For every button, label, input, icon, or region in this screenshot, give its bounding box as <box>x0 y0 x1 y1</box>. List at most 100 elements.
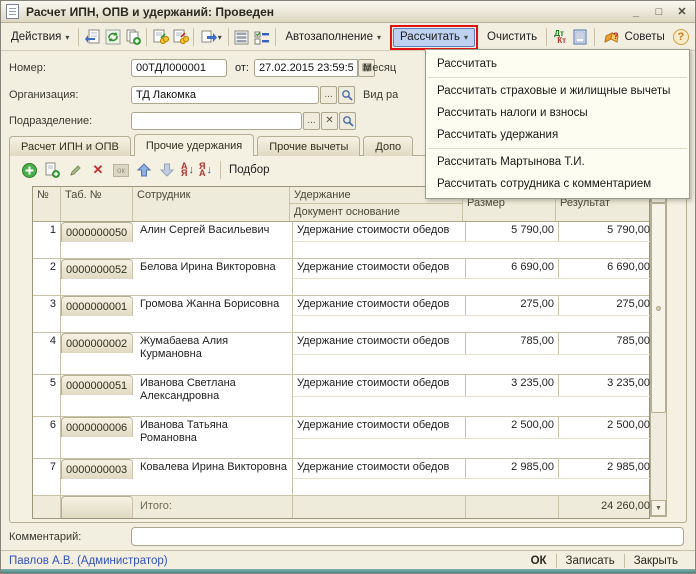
ellipsis-icon[interactable]: ... <box>320 86 337 104</box>
table-row[interactable]: 5 0000000051 Иванова Светлана Александро… <box>33 375 649 417</box>
clear-button[interactable]: Очистить <box>481 27 543 48</box>
delete-row-icon[interactable]: ✕ <box>89 161 107 179</box>
menu-item-calculate[interactable]: Рассчитать <box>426 53 689 75</box>
copy-document-icon[interactable] <box>123 27 143 48</box>
edit-row-icon[interactable] <box>66 161 84 179</box>
status-bar: Павлов А.В. (Администратор) ОК Записать … <box>1 550 695 571</box>
tab-prochie-vychety[interactable]: Прочие вычеты <box>257 136 360 156</box>
title-bar: Расчет ИПН, ОПВ и удержаний: Проведен _ … <box>1 1 695 23</box>
list-toolbar: ✕ ок АЯ ↓ ЯА ↓ Подбор <box>20 159 270 181</box>
header-tab-number[interactable]: Таб. № <box>61 187 133 221</box>
advice-book-icon: ? <box>604 30 621 45</box>
department-input[interactable] <box>131 112 302 130</box>
calculate-button[interactable]: Рассчитать ▾ <box>393 28 475 47</box>
current-user: Павлов А.В. (Администратор) <box>9 555 168 567</box>
window-bottom-edge <box>1 569 695 573</box>
end-edit-icon[interactable]: ок <box>112 161 130 179</box>
structure-rows-icon[interactable] <box>232 27 252 48</box>
sort-ascending-icon[interactable]: АЯ ↓ <box>181 163 194 177</box>
minimize-icon[interactable]: _ <box>628 4 644 19</box>
save-button[interactable]: Записать <box>557 555 624 567</box>
comment-input[interactable] <box>131 527 684 546</box>
add-row-icon[interactable] <box>20 161 38 179</box>
copy-row-icon[interactable] <box>43 161 61 179</box>
header-doc-base: Документ основание <box>290 204 462 221</box>
table-row[interactable]: 6 0000000006 Иванова Татьяна Романовна У… <box>33 417 649 459</box>
document-window: Расчет ИПН, ОПВ и удержаний: Проведен _ … <box>0 0 696 574</box>
advice-button[interactable]: ? Советы <box>598 27 671 48</box>
maximize-icon[interactable]: □ <box>651 4 667 19</box>
tab-raschet-ipn-opv[interactable]: Расчет ИПН и ОПВ <box>9 136 131 156</box>
table-row[interactable]: 3 0000000001 Громова Жанна Борисовна Уде… <box>33 296 649 333</box>
close-icon[interactable]: ✕ <box>674 4 690 19</box>
number-label: Номер: <box>9 62 131 74</box>
window-title: Расчет ИПН, ОПВ и удержаний: Проведен <box>26 5 274 19</box>
header-employee[interactable]: Сотрудник <box>133 187 290 221</box>
ok-button[interactable]: ОК <box>522 555 556 567</box>
table-row[interactable]: 1 0000000050 Алин Сергей Васильевич Удер… <box>33 222 649 259</box>
total-row: Итого: 24 260,00 <box>33 496 649 518</box>
menu-item-calc-deductions[interactable]: Рассчитать удержания <box>426 124 689 146</box>
chevron-down-icon: ▾ <box>464 33 468 42</box>
date-input[interactable] <box>254 59 358 77</box>
total-value: 24 260,00 <box>559 496 654 518</box>
clear-field-icon[interactable]: ✕ <box>321 112 338 130</box>
tab-bar: Расчет ИПН и ОПВ Прочие удержания Прочие… <box>9 134 416 156</box>
chevron-down-icon: ▾ <box>65 33 69 42</box>
department-row: Подразделение: ... ✕ <box>9 111 356 130</box>
post-document-icon[interactable] <box>150 27 170 48</box>
table-row[interactable]: 7 0000000003 Ковалева Ирина Викторовна У… <box>33 459 649 496</box>
organization-input[interactable] <box>131 86 319 104</box>
sort-descending-icon[interactable]: ЯА ↓ <box>199 163 212 177</box>
scrollbar-thumb[interactable] <box>651 203 666 413</box>
list-settings-icon[interactable] <box>252 27 272 48</box>
number-row: Номер: от: ▦ <box>9 58 375 77</box>
menu-item-calc-insurance-housing[interactable]: Рассчитать страховые и жилищные вычеты <box>426 80 689 102</box>
vertical-scrollbar[interactable]: ▲ ▼ <box>650 186 667 517</box>
calc-kind-label: Вид ра <box>363 89 398 101</box>
red-highlight-annotation: Рассчитать ▾ <box>390 25 478 50</box>
deductions-table: № Таб. № Сотрудник Удержание Документ ос… <box>32 186 650 519</box>
menu-separator <box>428 77 687 78</box>
tab-prochie-uderzhaniya[interactable]: Прочие удержания <box>134 134 254 156</box>
scroll-down-icon[interactable]: ▼ <box>651 500 666 516</box>
dt-kt-icon[interactable]: ДтКт <box>550 27 570 48</box>
goto-icon[interactable]: ▾ <box>197 27 225 48</box>
magnifier-icon[interactable] <box>339 112 356 130</box>
menu-item-calc-employee-comment[interactable]: Рассчитать сотрудника с комментарием <box>426 173 689 195</box>
save-document-icon[interactable] <box>82 27 102 48</box>
close-button[interactable]: Закрыть <box>625 555 687 567</box>
refresh-icon[interactable] <box>103 27 123 48</box>
total-label: Итого: <box>136 496 293 518</box>
chevron-down-icon: ▾ <box>377 33 381 42</box>
document-icon <box>6 4 19 19</box>
department-label: Подразделение: <box>9 115 131 127</box>
menu-item-calc-martynova[interactable]: Рассчитать Мартынова Т.И. <box>426 151 689 173</box>
calculate-dropdown-menu: Рассчитать Рассчитать страховые и жилищн… <box>425 49 690 199</box>
ellipsis-icon[interactable]: ... <box>303 112 320 130</box>
header-num[interactable]: № <box>33 187 61 221</box>
date-label: от: <box>235 62 249 74</box>
comment-label: Комментарий: <box>9 531 81 543</box>
organization-row: Организация: ... <box>9 85 355 104</box>
chevron-down-icon: ▾ <box>218 33 222 42</box>
svg-text:?: ? <box>613 31 619 41</box>
menu-item-calc-taxes[interactable]: Рассчитать налоги и взносы <box>426 102 689 124</box>
move-up-icon[interactable] <box>135 161 153 179</box>
number-input[interactable] <box>131 59 227 77</box>
table-row[interactable]: 2 0000000052 Белова Ирина Викторовна Уде… <box>33 259 649 296</box>
unpost-document-icon[interactable] <box>170 27 190 48</box>
actions-button[interactable]: Действия ▾ <box>5 27 75 48</box>
move-down-icon[interactable] <box>158 161 176 179</box>
month-label: Месяц <box>363 62 396 74</box>
menu-separator <box>428 148 687 149</box>
autofill-button[interactable]: Автозаполнение ▾ <box>279 27 387 48</box>
report-icon[interactable] <box>570 27 590 48</box>
magnifier-icon[interactable] <box>338 86 355 104</box>
tab-dopolnitelno[interactable]: Допо <box>363 136 413 156</box>
table-row[interactable]: 4 0000000002 Жумабаева Алия Курмановна У… <box>33 333 649 375</box>
organization-label: Организация: <box>9 89 131 101</box>
pick-button[interactable]: Подбор <box>229 164 270 176</box>
tab-panel: ✕ ок АЯ ↓ ЯА ↓ Подбор № Таб. № <box>9 155 687 523</box>
help-icon[interactable]: ? <box>671 27 691 48</box>
